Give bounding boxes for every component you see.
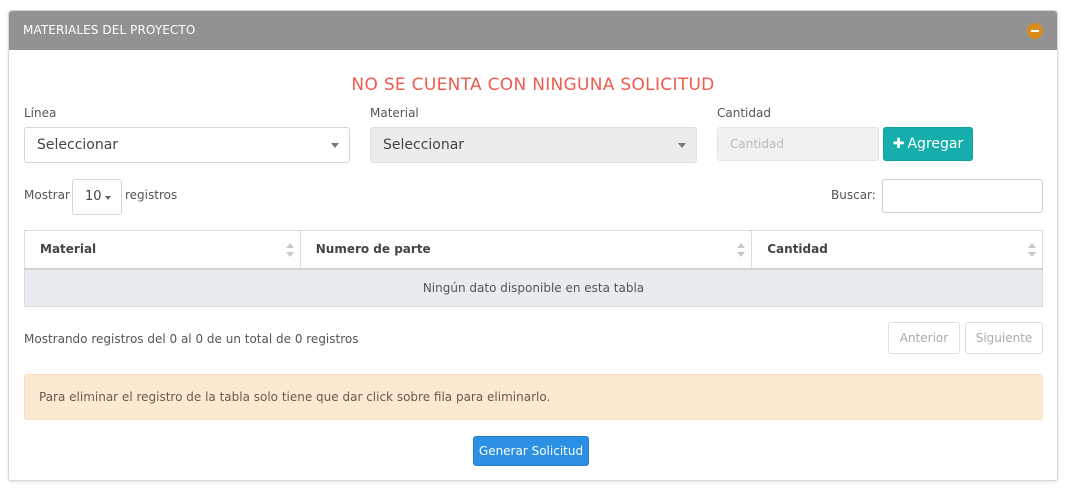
materials-table: Material Numero de parte Cantidad Ningún… xyxy=(24,230,1043,307)
delete-hint-alert: Para eliminar el registro de la tabla so… xyxy=(24,374,1043,420)
column-header-material[interactable]: Material xyxy=(24,230,301,270)
cantidad-input[interactable]: Cantidad xyxy=(717,127,879,161)
cantidad-label: Cantidad xyxy=(717,106,771,120)
add-button[interactable]: ✚ Agregar xyxy=(883,127,973,161)
panel-title: MATERIALES DEL PROYECTO xyxy=(23,23,196,37)
table-header-row: Material Numero de parte Cantidad xyxy=(24,230,1043,270)
records-label: registros xyxy=(125,188,178,202)
minus-circle-icon[interactable] xyxy=(1027,23,1043,39)
column-header-cantidad[interactable]: Cantidad xyxy=(751,230,1043,270)
previous-page-button[interactable]: Anterior xyxy=(888,322,960,354)
no-request-notice: NO SE CUENTA CON NINGUNA SOLICITUD xyxy=(351,75,715,95)
empty-table-message: Ningún dato disponible en esta tabla xyxy=(24,268,1043,307)
column-header-label: Numero de parte xyxy=(315,242,431,257)
chevron-down-icon xyxy=(105,196,111,200)
page-length-select[interactable]: 10 xyxy=(72,179,122,215)
linea-select-value: Seleccionar xyxy=(37,137,119,153)
show-label: Mostrar xyxy=(24,188,70,202)
table-info: Mostrando registros del 0 al 0 de un tot… xyxy=(24,332,359,346)
sort-icon xyxy=(1028,243,1036,257)
material-select-value: Seleccionar xyxy=(383,137,465,153)
alert-text: Para eliminar el registro de la tabla so… xyxy=(39,390,551,404)
linea-label: Línea xyxy=(24,106,57,120)
materials-panel: MATERIALES DEL PROYECTO NO SE CUENTA CON… xyxy=(8,10,1058,481)
add-button-label: Agregar xyxy=(907,136,964,152)
column-header-numero-parte[interactable]: Numero de parte xyxy=(299,230,753,270)
next-page-button[interactable]: Siguiente xyxy=(965,322,1043,354)
sort-icon xyxy=(737,243,746,257)
search-label: Buscar: xyxy=(831,188,876,202)
plus-icon: ✚ xyxy=(892,136,905,152)
material-select[interactable]: Seleccionar xyxy=(370,127,697,163)
panel-header: MATERIALES DEL PROYECTO xyxy=(9,11,1057,50)
generate-request-button[interactable]: Generar Solicitud xyxy=(473,436,589,466)
material-label: Material xyxy=(370,106,419,120)
search-input[interactable] xyxy=(882,179,1043,213)
page-length-value: 10 xyxy=(85,189,102,204)
table-row: Ningún dato disponible en esta tabla xyxy=(24,268,1043,307)
column-header-label: Material xyxy=(40,242,97,257)
chevron-down-icon xyxy=(331,143,339,148)
cantidad-placeholder: Cantidad xyxy=(730,137,784,151)
sort-icon xyxy=(285,243,294,257)
chevron-down-icon xyxy=(678,143,686,148)
column-header-label: Cantidad xyxy=(767,242,828,257)
linea-select[interactable]: Seleccionar xyxy=(24,127,350,163)
